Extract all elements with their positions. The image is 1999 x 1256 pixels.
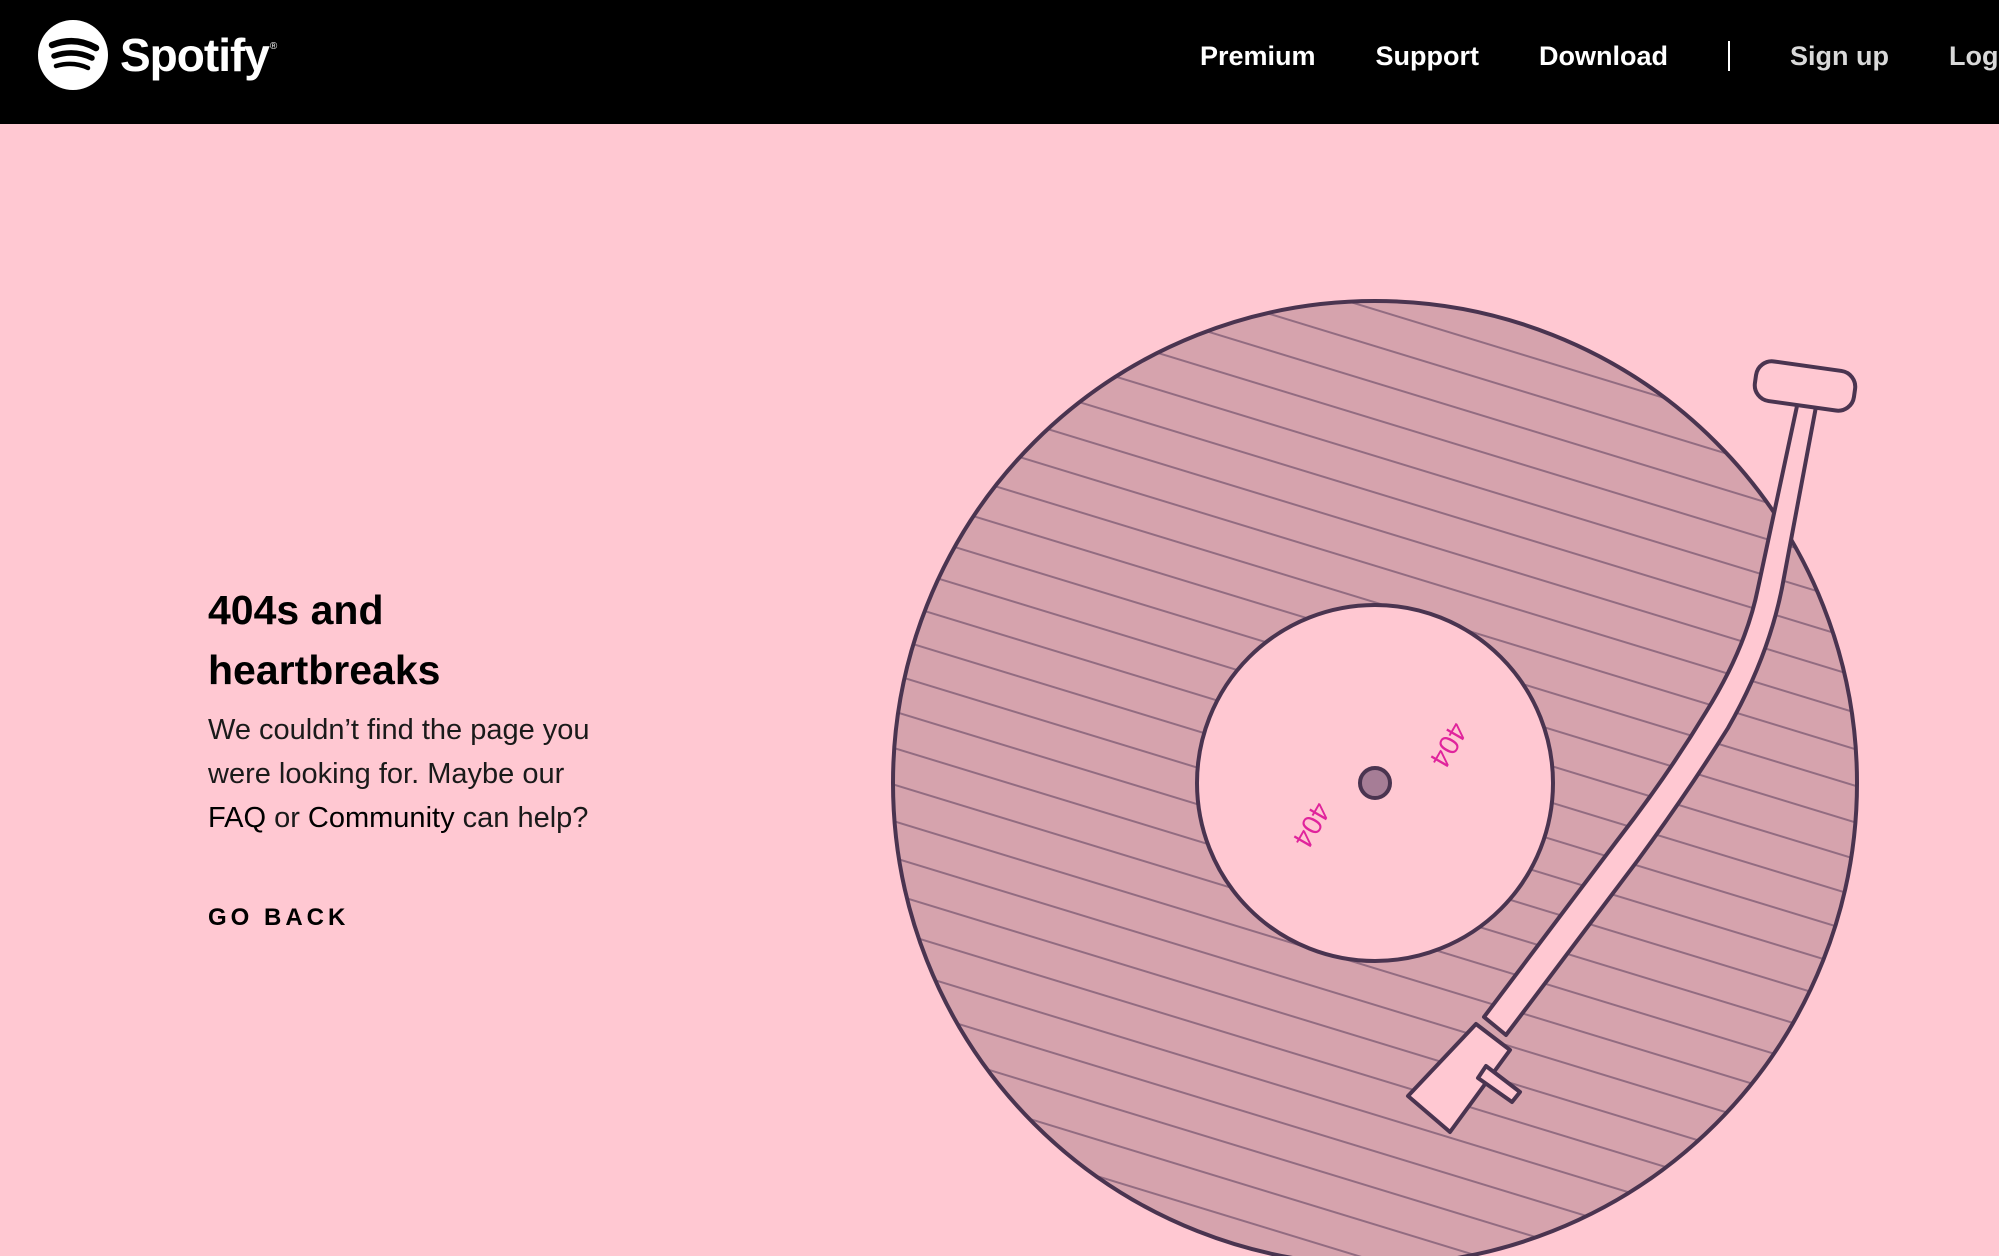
registered-mark: ® (269, 40, 278, 52)
spotify-logo[interactable]: Spotify ® (38, 20, 277, 90)
faq-link[interactable]: FAQ (208, 802, 266, 834)
record-label-text-2: 404 (1287, 797, 1337, 853)
nav-support-link[interactable]: Support (1376, 41, 1479, 72)
record-spindle (1358, 766, 1392, 800)
tonearm-finger-lift (1476, 1064, 1522, 1104)
brand-name: Spotify (120, 29, 270, 81)
error-message: We couldn’t find the page you were looki… (208, 708, 628, 840)
tonearm-counterweight (1752, 359, 1858, 413)
message-text-or: or (266, 802, 308, 834)
record-label (1195, 603, 1555, 963)
record-disc (893, 301, 1857, 1256)
main-nav: Premium Support Download Sign up Log (1200, 0, 1999, 112)
tonearm-arm (1482, 390, 1820, 1037)
spotify-logo-icon (38, 20, 108, 90)
message-text-start: We couldn’t find the page you were looki… (208, 714, 590, 790)
record-grooves (893, 301, 1857, 1256)
vinyl-record: 404 404 (891, 299, 1859, 1256)
error-title: 404s and heartbreaks (208, 587, 441, 693)
community-link[interactable]: Community (308, 802, 455, 834)
tonearm[interactable] (1406, 359, 1858, 1134)
error-content: 404s and heartbreaks We couldn’t find th… (208, 580, 648, 932)
record-outline (891, 299, 1859, 1256)
nav-divider (1728, 41, 1731, 71)
message-text-end: can help? (454, 802, 589, 834)
go-back-link[interactable]: GO BACK (208, 904, 349, 932)
page: Spotify ® Premium Support Download Sign … (0, 0, 1999, 1256)
nav-signup-link[interactable]: Sign up (1790, 41, 1889, 72)
nav-premium-link[interactable]: Premium (1200, 41, 1316, 72)
record-label-text-1: 404 (1424, 717, 1474, 773)
nav-login-link[interactable]: Log (1949, 41, 1998, 72)
nav-download-link[interactable]: Download (1539, 41, 1668, 72)
top-navigation-bar: Spotify ® Premium Support Download Sign … (0, 0, 1999, 124)
